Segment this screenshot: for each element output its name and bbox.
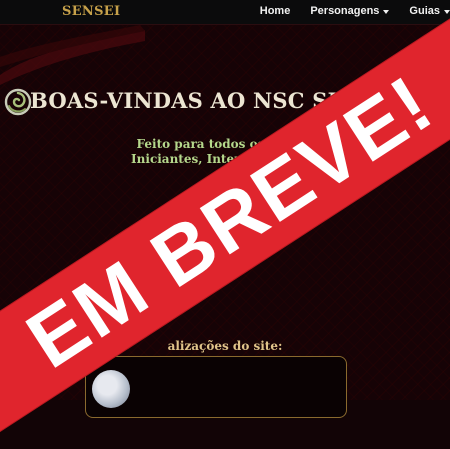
nav-item-guias[interactable]: Guias (409, 5, 450, 17)
swirl-logo-icon (4, 88, 32, 116)
brush-stroke-decoration (0, 25, 145, 85)
site-brand[interactable]: SENSEI (62, 4, 120, 19)
nav-item-guias-label: Guias (409, 5, 440, 17)
chevron-down-icon (444, 9, 450, 14)
nav-item-personagens[interactable]: Personagens (310, 5, 390, 17)
nav-menu: Home Personagens Guias (260, 5, 450, 17)
nav-item-home[interactable]: Home (260, 5, 291, 17)
nav-item-home-label: Home (259, 5, 291, 17)
nav-item-personagens-label: Personagens (310, 5, 380, 17)
chevron-down-icon (383, 9, 390, 14)
character-avatar (92, 370, 130, 408)
top-navigation-bar: SENSEI Home Personagens Guias (0, 0, 450, 25)
